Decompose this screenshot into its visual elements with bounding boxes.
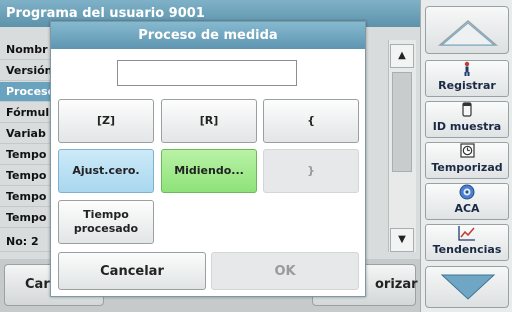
sample-id-button[interactable]: ID muestra: [425, 101, 509, 138]
trends-button-label: Tendencias: [432, 243, 502, 256]
record-button-label: Registrar: [438, 79, 496, 92]
list-item[interactable]: No: 2: [0, 232, 52, 252]
list-item[interactable]: Tempo: [0, 145, 52, 165]
zero-adjust-button[interactable]: Ajust.cero.: [58, 149, 154, 193]
timer-icon: [426, 143, 508, 160]
list-item[interactable]: Variab: [0, 124, 52, 144]
aca-icon: [426, 184, 508, 201]
z-key-button[interactable]: [Z]: [58, 99, 154, 143]
open-brace-button[interactable]: {: [263, 99, 359, 143]
timer-button[interactable]: Temporizad: [425, 142, 509, 179]
scroll-down-button[interactable]: ▼: [390, 228, 414, 252]
status-input-field[interactable]: [117, 60, 297, 86]
arrow-down-icon: [440, 274, 496, 300]
processing-time-label-line2: procesado: [73, 222, 139, 235]
arrow-up-icon: [437, 20, 499, 46]
nav-up-button[interactable]: [425, 6, 509, 54]
trend-chart-icon: [426, 225, 508, 242]
right-sidebar: Registrar ID muestra Temporizad ACA Tend…: [420, 0, 512, 312]
aca-button[interactable]: ACA: [425, 183, 509, 220]
measurement-process-dialog: Proceso de medida [Z] [R] { Ajust.cero. …: [50, 21, 366, 297]
r-key-button[interactable]: [R]: [161, 99, 257, 143]
measuring-button[interactable]: Midiendo...: [161, 149, 257, 193]
trends-button[interactable]: Tendencias: [425, 224, 509, 261]
processing-time-label-line1: Tiempo: [83, 208, 129, 221]
list-item[interactable]: Fórmul: [0, 103, 52, 123]
dialog-title: Proceso de medida: [51, 22, 365, 49]
scroll-thumb[interactable]: [392, 72, 412, 172]
list-item-selected[interactable]: Proceso: [0, 82, 55, 102]
list-item[interactable]: Versión: [0, 61, 53, 81]
sample-vial-icon: [426, 102, 508, 119]
aca-button-label: ACA: [454, 202, 480, 215]
record-button[interactable]: Registrar: [425, 60, 509, 97]
scroll-up-button[interactable]: ▲: [390, 44, 414, 68]
cancel-button[interactable]: Cancelar: [58, 252, 206, 290]
sample-id-button-label: ID muestra: [432, 120, 502, 133]
timer-button-label: Temporizad: [431, 161, 503, 174]
list-item[interactable]: Tempo: [0, 208, 52, 228]
close-brace-button[interactable]: }: [263, 149, 359, 193]
list-item[interactable]: Tempo: [0, 166, 52, 186]
list-item[interactable]: Nombr: [0, 40, 52, 60]
processing-time-button[interactable]: Tiempo procesado: [58, 200, 154, 244]
ok-button[interactable]: OK: [211, 252, 359, 290]
person-icon: [426, 61, 508, 78]
list-item[interactable]: Tempo: [0, 187, 52, 207]
nav-down-button[interactable]: [425, 266, 509, 308]
